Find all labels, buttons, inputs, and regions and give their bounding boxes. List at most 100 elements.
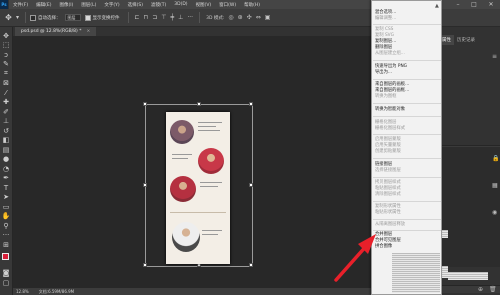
- menu-window[interactable]: 窗口(W): [215, 2, 240, 8]
- pen-tool-icon[interactable]: ✒: [1, 174, 11, 184]
- type-tool-icon[interactable]: T: [1, 183, 11, 193]
- transform-handle[interactable]: [249, 183, 253, 187]
- menu-item-copy-layer-style[interactable]: 拷贝图层样式: [375, 180, 401, 185]
- gradient-tool-icon[interactable]: ▤: [1, 145, 11, 155]
- blur-tool-icon[interactable]: ●: [1, 155, 11, 165]
- align-middle-icon[interactable]: ╪: [171, 14, 175, 21]
- menu-item-select-linked-layers[interactable]: 选择链接图层: [375, 168, 401, 173]
- show-transform-checkbox[interactable]: [84, 14, 91, 21]
- menu-item-create-clipping-mask[interactable]: 创建剪贴蒙版: [375, 149, 401, 154]
- tab-history[interactable]: 历史记录: [454, 35, 478, 45]
- zoom-level[interactable]: 12.8%: [16, 289, 29, 294]
- move-tool-icon[interactable]: ✥: [1, 31, 11, 41]
- menu-item-convert-smart-object[interactable]: 转换为智能对象: [375, 107, 405, 112]
- more-tools-icon[interactable]: ···: [1, 231, 11, 241]
- frame-tool-icon[interactable]: ⊠: [1, 79, 11, 89]
- transform-handle[interactable]: [197, 102, 201, 106]
- menu-type[interactable]: 文字(Y): [100, 2, 123, 8]
- eyedropper-tool-icon[interactable]: ⁄: [1, 88, 11, 98]
- move-tool-preset-icon[interactable]: ✥: [3, 12, 14, 23]
- menu-item-link-layers[interactable]: 链接图层: [375, 162, 392, 167]
- transform-handle[interactable]: [143, 183, 147, 187]
- menu-item-release-isolation[interactable]: 从隔离图层释放: [375, 222, 405, 227]
- menu-item-clear-layer-style[interactable]: 清除图层样式: [375, 192, 401, 197]
- pan-icon[interactable]: ✣: [247, 14, 252, 21]
- document-tab[interactable]: psd.psd @ 12.8%(RGB/8) * ×: [15, 27, 97, 36]
- transform-handle[interactable]: [249, 102, 253, 106]
- crop-tool-icon[interactable]: ⌗: [1, 69, 11, 79]
- orbit-icon[interactable]: ◎: [228, 14, 233, 21]
- menu-item-merge-layers[interactable]: 合并图层: [375, 232, 392, 237]
- visibility-icon[interactable]: ◉: [492, 209, 497, 216]
- menu-help[interactable]: 帮助(H): [240, 2, 264, 8]
- foreground-color-swatch[interactable]: [2, 253, 9, 260]
- lasso-tool-icon[interactable]: ↄ: [1, 50, 11, 60]
- marquee-tool-icon[interactable]: ⬚: [1, 41, 11, 51]
- maximize-button[interactable]: □: [468, 0, 480, 9]
- lock-icon[interactable]: 🔒: [492, 155, 499, 162]
- menu-scroll-up-icon[interactable]: ▲: [435, 3, 439, 9]
- menu-image[interactable]: 图像(I): [55, 2, 77, 8]
- menu-item-delete-layer[interactable]: 删除图层: [375, 45, 392, 50]
- auto-select-target-dropdown[interactable]: 图层: [64, 14, 81, 21]
- slide-icon[interactable]: ⇔: [256, 14, 261, 21]
- dodge-tool-icon[interactable]: ◔: [1, 164, 11, 174]
- document-info[interactable]: 文档:6.59M/86.9M: [39, 289, 74, 295]
- align-right-icon[interactable]: ⊐: [152, 14, 157, 21]
- rectangle-tool-icon[interactable]: ▭: [1, 202, 11, 212]
- hand-tool-icon[interactable]: ✋: [1, 212, 11, 222]
- menu-view[interactable]: 视图(V): [192, 2, 216, 8]
- menu-item-quick-export-png[interactable]: 快速导出为 PNG: [375, 64, 407, 69]
- minimize-button[interactable]: –: [452, 0, 464, 9]
- menu-item-copy-shape-attributes[interactable]: 复制形状属性: [375, 204, 401, 209]
- chevron-down-icon[interactable]: ▾: [16, 14, 19, 21]
- auto-select-checkbox[interactable]: [30, 14, 37, 21]
- transform-handle[interactable]: [249, 263, 253, 267]
- menu-item-paste-layer-style[interactable]: 粘贴图层样式: [375, 186, 401, 191]
- menu-item-enable-vector-mask[interactable]: 启用矢量蒙版: [375, 143, 401, 148]
- menu-item-merge-visible[interactable]: 合并可见图层: [375, 238, 401, 243]
- align-center-icon[interactable]: ⊓: [144, 14, 149, 21]
- align-top-icon[interactable]: ⊤: [161, 14, 166, 21]
- trash-icon[interactable]: 🗑: [489, 286, 497, 293]
- close-tab-icon[interactable]: ×: [86, 29, 90, 34]
- menu-file[interactable]: 文件(F): [9, 2, 32, 8]
- menu-item-flatten-image[interactable]: 拼合图像: [375, 244, 392, 249]
- menu-item-edit-adjustment[interactable]: 编辑调整...: [375, 16, 396, 21]
- menu-item-group-from-layers[interactable]: 从图层建立组...: [375, 51, 405, 56]
- close-window-button[interactable]: ✕: [485, 0, 497, 9]
- menu-item-convert-to-frame[interactable]: 转换为图框: [375, 94, 396, 99]
- brush-tool-icon[interactable]: ✐: [1, 107, 11, 117]
- new-layer-icon[interactable]: ⊕: [478, 286, 483, 293]
- scale-icon[interactable]: ▣: [265, 14, 271, 21]
- menu-3d[interactable]: 3D(D): [170, 2, 191, 7]
- screen-mode-icon[interactable]: ▢: [1, 278, 11, 288]
- history-brush-tool-icon[interactable]: ↺: [1, 126, 11, 136]
- menu-filter[interactable]: 滤镜(T): [147, 2, 170, 8]
- align-bottom-icon[interactable]: ⊥: [178, 14, 183, 21]
- menu-item-export-as[interactable]: 导出为...: [375, 70, 392, 75]
- menu-select[interactable]: 选择(S): [124, 2, 147, 8]
- panel-menu-icon[interactable]: ≡: [492, 53, 497, 60]
- transform-handle[interactable]: [143, 263, 147, 267]
- menu-layer[interactable]: 图层(L): [77, 2, 100, 8]
- canvas-area[interactable]: [13, 36, 373, 288]
- menu-item-copy-css[interactable]: 复制 CSS: [375, 27, 393, 32]
- menu-item-rasterize-layer-style[interactable]: 栅格化图层样式: [375, 126, 405, 131]
- menu-item-rasterize-layer[interactable]: 栅格化图层: [375, 120, 396, 125]
- fill-icon[interactable]: ▦: [492, 182, 498, 189]
- clone-stamp-tool-icon[interactable]: ⊥: [1, 117, 11, 127]
- menu-item-duplicate-layer[interactable]: 复制图层...: [375, 39, 396, 44]
- quick-select-tool-icon[interactable]: ✎: [1, 60, 11, 70]
- healing-brush-tool-icon[interactable]: ✚: [1, 98, 11, 108]
- align-left-icon[interactable]: ⊏: [135, 14, 140, 21]
- menu-item-copy-svg[interactable]: 复制 SVG: [375, 33, 394, 38]
- path-select-tool-icon[interactable]: ➤: [1, 193, 11, 203]
- menu-item-artboard-from-layers[interactable]: 来自图层的画板...: [375, 82, 409, 87]
- menu-item-enable-layer-mask[interactable]: 启用图层蒙版: [375, 137, 401, 142]
- menu-edit[interactable]: 编辑(E): [32, 2, 55, 8]
- eraser-tool-icon[interactable]: ◧: [1, 136, 11, 146]
- menu-item-paste-shape-attributes[interactable]: 粘贴形状属性: [375, 210, 401, 215]
- menu-item-blending-options[interactable]: 混合选项...: [375, 10, 396, 15]
- transform-handle[interactable]: [143, 102, 147, 106]
